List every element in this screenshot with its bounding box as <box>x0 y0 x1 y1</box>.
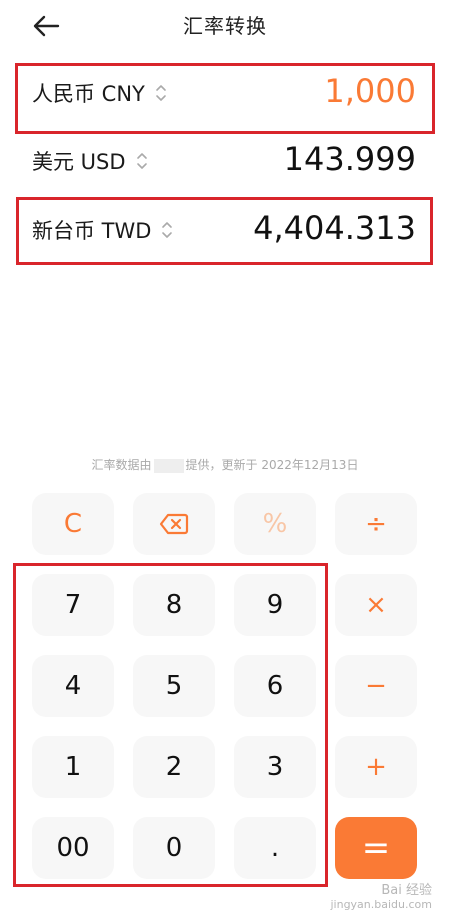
plus-button[interactable]: + <box>335 736 417 798</box>
app-header: 汇率转换 <box>0 0 450 52</box>
digit-7-button[interactable]: 7 <box>32 574 114 636</box>
digit-00-button[interactable]: 00 <box>32 817 114 879</box>
currency-label: 新台币 TWD <box>32 219 152 243</box>
currency-selector[interactable]: 新台币 TWD <box>32 215 173 245</box>
clear-button[interactable]: C <box>32 493 114 555</box>
currency-amount: 4,404.313 <box>253 209 416 247</box>
digit-5-button[interactable]: 5 <box>133 655 215 717</box>
currency-label: 人民币 CNY <box>32 82 145 106</box>
watermark-line1: Bai 经验 <box>381 883 432 898</box>
digit-8-button[interactable]: 8 <box>133 574 215 636</box>
note-prefix: 汇率数据由 <box>91 458 152 472</box>
note-suffix: 提供，更新于 2022年12月13日 <box>185 458 359 472</box>
backspace-button[interactable] <box>133 493 215 555</box>
digit-4-button[interactable]: 4 <box>32 655 114 717</box>
redacted-provider <box>153 458 184 473</box>
sort-updown-icon <box>155 82 167 104</box>
page-title: 汇率转换 <box>183 14 267 38</box>
decimal-point-button[interactable]: . <box>234 817 316 879</box>
watermark-line2: jingyan.baidu.com <box>330 898 432 911</box>
currency-label: 美元 USD <box>32 150 126 174</box>
digit-9-button[interactable]: 9 <box>234 574 316 636</box>
sort-updown-icon <box>136 150 148 172</box>
equals-button[interactable]: = <box>335 817 417 879</box>
backspace-icon <box>159 513 189 535</box>
currency-row-twd[interactable]: 新台币 TWD 4,404.313 <box>20 199 430 259</box>
currency-row-usd[interactable]: 美元 USD 143.999 <box>20 130 430 190</box>
digit-6-button[interactable]: 6 <box>234 655 316 717</box>
digit-2-button[interactable]: 2 <box>133 736 215 798</box>
percent-button[interactable]: % <box>234 493 316 555</box>
divide-button[interactable]: ÷ <box>335 493 417 555</box>
currency-amount: 143.999 <box>283 140 416 178</box>
digit-3-button[interactable]: 3 <box>234 736 316 798</box>
currency-row-cny[interactable]: 人民币 CNY 1,000 <box>20 62 430 122</box>
multiply-button[interactable]: × <box>335 574 417 636</box>
digit-0-button[interactable]: 0 <box>133 817 215 879</box>
currency-selector[interactable]: 人民币 CNY <box>32 78 167 108</box>
sort-updown-icon <box>161 219 173 241</box>
currency-amount: 1,000 <box>324 72 416 110</box>
rate-source-note: 汇率数据由 提供，更新于 2022年12月13日 <box>0 456 450 473</box>
watermark: Bai 经验 jingyan.baidu.com <box>330 884 432 912</box>
digit-1-button[interactable]: 1 <box>32 736 114 798</box>
currency-selector[interactable]: 美元 USD <box>32 146 148 176</box>
minus-button[interactable]: − <box>335 655 417 717</box>
